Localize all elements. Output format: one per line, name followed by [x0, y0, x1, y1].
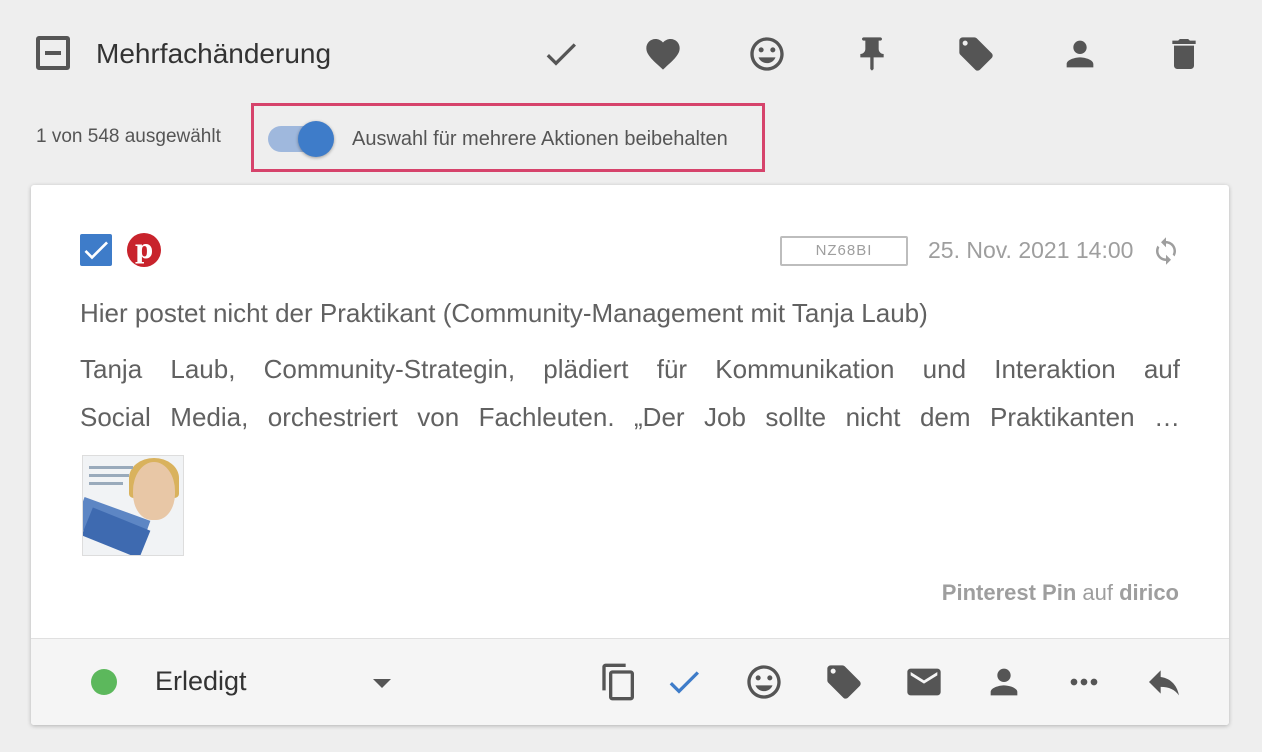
toggle-knob — [298, 121, 334, 157]
pin-icon[interactable] — [852, 34, 892, 74]
post-body: Tanja Laub, Community-Strategin, plädier… — [80, 345, 1180, 441]
post-checkbox[interactable] — [80, 234, 112, 266]
sync-icon — [1151, 236, 1181, 266]
keep-selection-highlight: Auswahl für mehrere Aktionen beibehalten — [251, 103, 765, 172]
status-label[interactable]: Erledigt — [155, 666, 247, 697]
heart-icon[interactable] — [643, 34, 683, 74]
keep-selection-toggle[interactable] — [268, 121, 340, 157]
tag-icon[interactable] — [956, 34, 996, 74]
chevron-down-icon[interactable] — [373, 679, 391, 688]
post-timestamp: 25. Nov. 2021 14:00 — [928, 237, 1134, 263]
trash-icon[interactable] — [1164, 34, 1204, 74]
source-separator: auf — [1076, 580, 1120, 605]
post-title: Hier postet nicht der Praktikant (Commun… — [80, 298, 928, 328]
source-type: Pinterest Pin — [941, 580, 1077, 605]
check-icon[interactable] — [541, 34, 581, 74]
person-icon[interactable] — [984, 662, 1024, 702]
post-image-thumbnail[interactable] — [82, 455, 184, 556]
bulk-edit-header: Mehrfachänderung 1 von 548 ausgewählt Au… — [0, 0, 1262, 172]
post-body-line: Social Media, orchestriert von Fachleute… — [80, 402, 1180, 432]
post-action-bar: Erledigt — [31, 638, 1229, 725]
check-icon[interactable] — [664, 662, 704, 702]
person-icon[interactable] — [1060, 34, 1100, 74]
mail-icon[interactable] — [904, 662, 944, 702]
page-title: Mehrfachänderung — [96, 38, 332, 69]
reply-icon[interactable] — [1144, 662, 1184, 702]
keep-selection-label: Auswahl für mehrere Aktionen beibehalten — [352, 128, 728, 150]
post-code-badge: NZ68BI — [780, 236, 908, 266]
source-account[interactable]: dirico — [1119, 580, 1179, 605]
selection-count: 1 von 548 ausgewählt — [36, 126, 221, 147]
post-card: p NZ68BI 25. Nov. 2021 14:00 Hier postet… — [31, 185, 1229, 725]
more-icon[interactable] — [1064, 662, 1104, 702]
pinterest-icon: p — [127, 233, 161, 267]
post-body-line: Tanja Laub, Community-Strategin, plädier… — [80, 354, 1180, 384]
smiley-icon[interactable] — [747, 34, 787, 74]
copy-icon[interactable] — [599, 662, 639, 702]
bulk-select-checkbox[interactable] — [36, 36, 70, 70]
tag-icon[interactable] — [824, 662, 864, 702]
status-indicator — [91, 669, 117, 695]
post-source: Pinterest Pin auf dirico — [942, 580, 1179, 606]
smiley-icon[interactable] — [744, 662, 784, 702]
